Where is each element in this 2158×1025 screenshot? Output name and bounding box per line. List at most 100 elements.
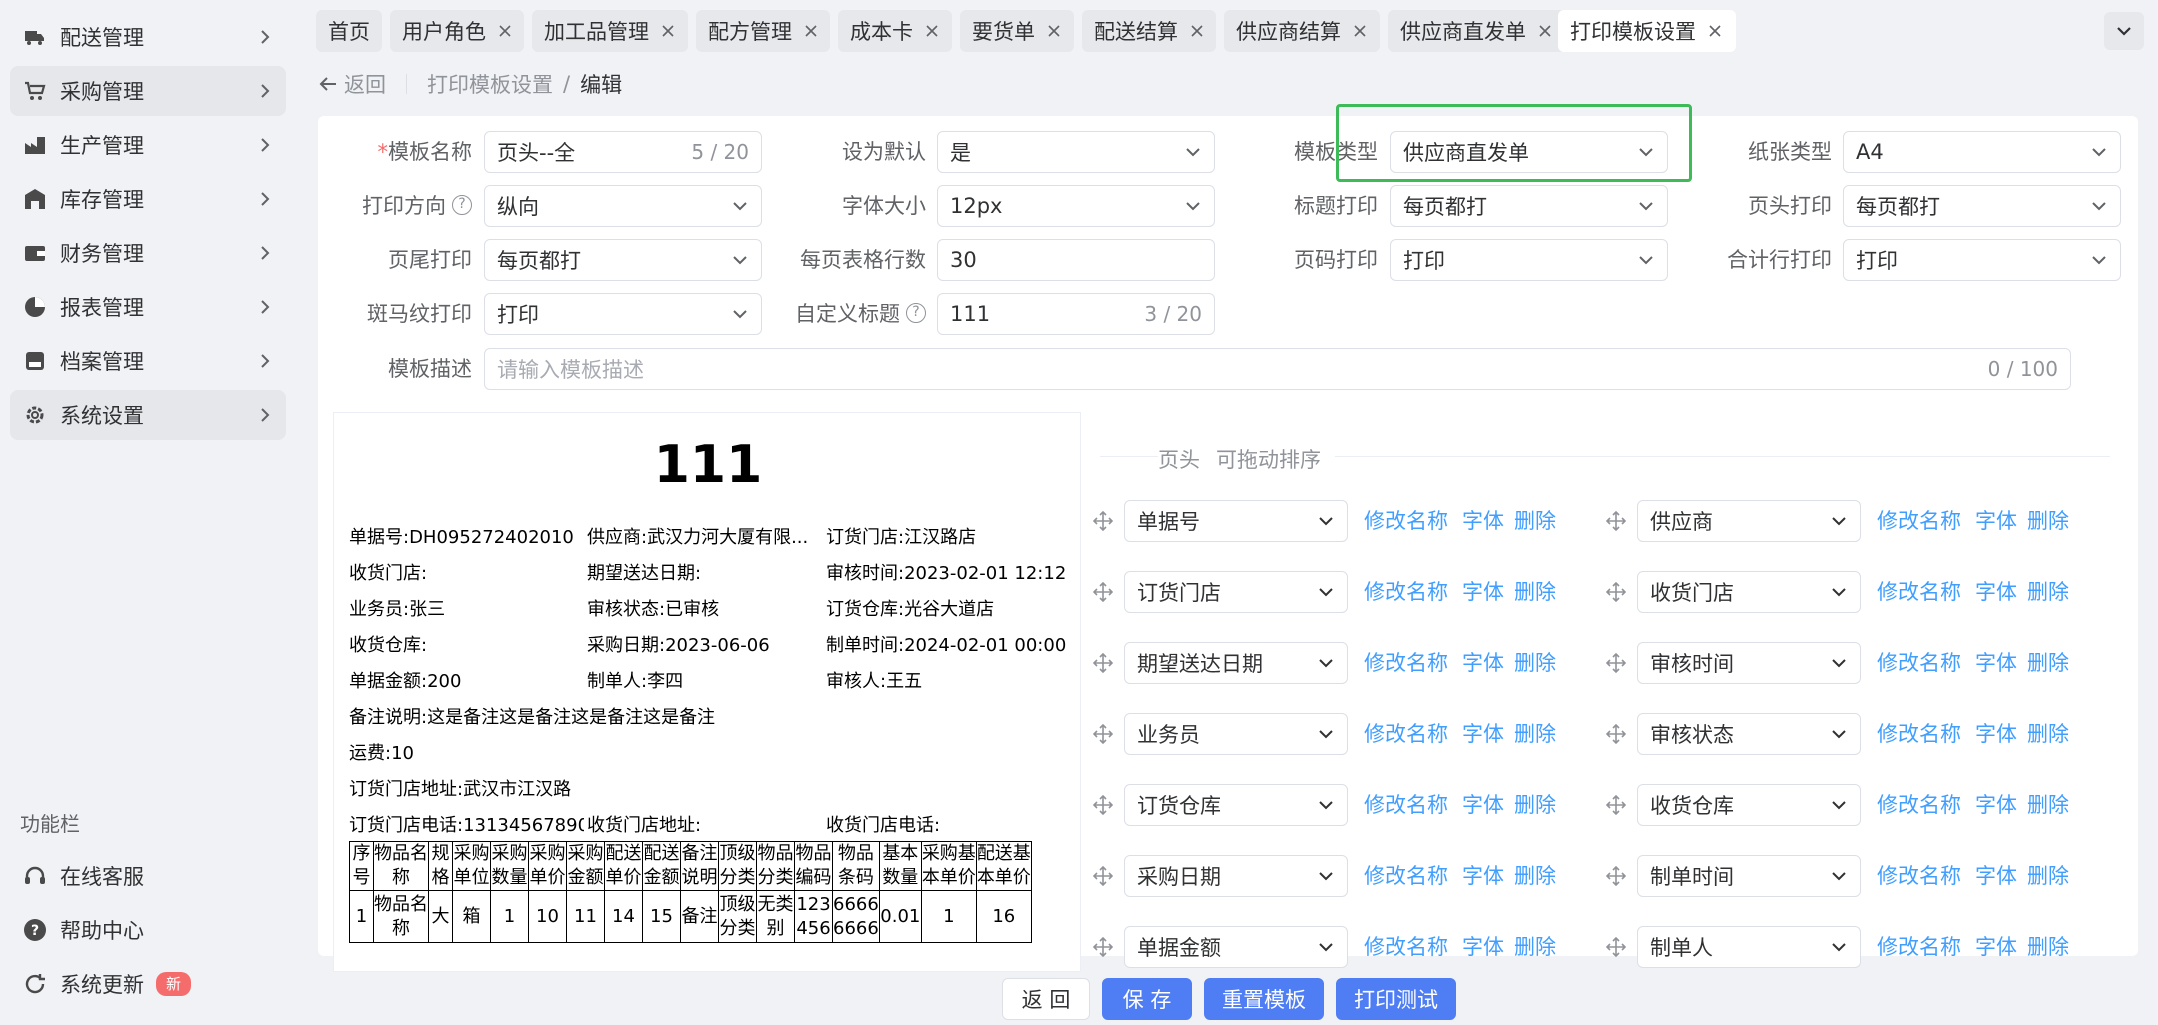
drag-handle-icon[interactable] xyxy=(1605,794,1627,816)
set-default-select[interactable]: 是 xyxy=(937,131,1215,173)
field-select[interactable]: 订货仓库 xyxy=(1124,784,1348,826)
field-select[interactable]: 制单时间 xyxy=(1637,855,1861,897)
menu-item-production[interactable]: 生产管理 xyxy=(10,120,286,170)
rename-link[interactable]: 修改名称 xyxy=(1877,855,1961,897)
delete-link[interactable]: 删除 xyxy=(2027,784,2069,826)
field-select[interactable]: 采购日期 xyxy=(1124,855,1348,897)
custom-title-input[interactable]: 111 3 / 20 xyxy=(937,293,1215,335)
func-item-help-center[interactable]: ? 帮助中心 xyxy=(10,907,286,953)
menu-item-inventory[interactable]: 库存管理 xyxy=(10,174,286,224)
close-icon[interactable] xyxy=(804,24,818,38)
save-button[interactable]: 保 存 xyxy=(1102,978,1192,1020)
font-link[interactable]: 字体 xyxy=(1975,713,2017,755)
font-link[interactable]: 字体 xyxy=(1975,571,2017,613)
rows-per-page-input[interactable]: 30 xyxy=(937,239,1215,281)
font-link[interactable]: 字体 xyxy=(1462,571,1504,613)
font-link[interactable]: 字体 xyxy=(1462,855,1504,897)
font-link[interactable]: 字体 xyxy=(1462,713,1504,755)
drag-handle-icon[interactable] xyxy=(1605,652,1627,674)
paper-type-select[interactable]: A4 xyxy=(1843,131,2121,173)
drag-handle-icon[interactable] xyxy=(1092,581,1114,603)
print-test-button[interactable]: 打印测试 xyxy=(1336,978,1456,1020)
template-type-select[interactable]: 供应商直发单 xyxy=(1390,131,1668,173)
font-link[interactable]: 字体 xyxy=(1462,500,1504,542)
drag-handle-icon[interactable] xyxy=(1605,510,1627,532)
help-icon[interactable]: ? xyxy=(906,303,926,323)
rename-link[interactable]: 修改名称 xyxy=(1877,926,1961,968)
print-direction-select[interactable]: 纵向 xyxy=(484,185,762,227)
rename-link[interactable]: 修改名称 xyxy=(1364,855,1448,897)
font-link[interactable]: 字体 xyxy=(1462,784,1504,826)
tab-home[interactable]: 首页 xyxy=(316,10,382,52)
delete-link[interactable]: 删除 xyxy=(1514,500,1556,542)
field-select[interactable]: 订货门店 xyxy=(1124,571,1348,613)
func-item-online-service[interactable]: 在线客服 xyxy=(10,853,286,899)
field-select[interactable]: 期望送达日期 xyxy=(1124,642,1348,684)
field-select[interactable]: 审核状态 xyxy=(1637,713,1861,755)
template-name-input[interactable]: 页头--全 5 / 20 xyxy=(484,131,762,173)
title-print-select[interactable]: 每页都打 xyxy=(1390,185,1668,227)
delete-link[interactable]: 删除 xyxy=(2027,855,2069,897)
close-icon[interactable] xyxy=(1047,24,1061,38)
delete-link[interactable]: 删除 xyxy=(2027,571,2069,613)
tab-cost-card[interactable]: 成本卡 xyxy=(838,10,952,52)
field-select[interactable]: 业务员 xyxy=(1124,713,1348,755)
tab-processed-goods[interactable]: 加工品管理 xyxy=(532,10,688,52)
tab-recipes[interactable]: 配方管理 xyxy=(696,10,830,52)
tab-requisition[interactable]: 要货单 xyxy=(960,10,1074,52)
font-link[interactable]: 字体 xyxy=(1462,642,1504,684)
rename-link[interactable]: 修改名称 xyxy=(1877,642,1961,684)
delete-link[interactable]: 删除 xyxy=(1514,571,1556,613)
delete-link[interactable]: 删除 xyxy=(1514,926,1556,968)
menu-item-delivery[interactable]: 配送管理 xyxy=(10,12,286,62)
menu-item-finance[interactable]: 财务管理 xyxy=(10,228,286,278)
close-icon[interactable] xyxy=(1353,24,1367,38)
tab-user-roles[interactable]: 用户角色 xyxy=(390,10,524,52)
delete-link[interactable]: 删除 xyxy=(2027,642,2069,684)
menu-item-settings[interactable]: 系统设置 xyxy=(10,390,286,440)
back-button[interactable]: 返 回 xyxy=(1002,978,1090,1020)
header-print-select[interactable]: 每页都打 xyxy=(1843,185,2121,227)
rename-link[interactable]: 修改名称 xyxy=(1877,571,1961,613)
field-select[interactable]: 单据金额 xyxy=(1124,926,1348,968)
tab-dropdown-button[interactable] xyxy=(2104,12,2144,50)
delete-link[interactable]: 删除 xyxy=(1514,855,1556,897)
menu-item-reports[interactable]: 报表管理 xyxy=(10,282,286,332)
back-link[interactable]: 返回 xyxy=(318,69,386,99)
breadcrumb-parent[interactable]: 打印模板设置 xyxy=(427,69,553,99)
font-link[interactable]: 字体 xyxy=(1462,926,1504,968)
drag-handle-icon[interactable] xyxy=(1092,510,1114,532)
drag-handle-icon[interactable] xyxy=(1092,865,1114,887)
menu-item-purchase[interactable]: 采购管理 xyxy=(10,66,286,116)
zebra-print-select[interactable]: 打印 xyxy=(484,293,762,335)
rename-link[interactable]: 修改名称 xyxy=(1364,784,1448,826)
drag-handle-icon[interactable] xyxy=(1092,723,1114,745)
reset-template-button[interactable]: 重置模板 xyxy=(1204,978,1324,1020)
close-icon[interactable] xyxy=(498,24,512,38)
rename-link[interactable]: 修改名称 xyxy=(1364,500,1448,542)
field-select[interactable]: 审核时间 xyxy=(1637,642,1861,684)
drag-handle-icon[interactable] xyxy=(1092,652,1114,674)
drag-handle-icon[interactable] xyxy=(1092,794,1114,816)
font-link[interactable]: 字体 xyxy=(1975,926,2017,968)
help-icon[interactable]: ? xyxy=(452,195,472,215)
rename-link[interactable]: 修改名称 xyxy=(1364,642,1448,684)
rename-link[interactable]: 修改名称 xyxy=(1364,571,1448,613)
close-icon[interactable] xyxy=(1538,24,1552,38)
font-link[interactable]: 字体 xyxy=(1975,642,2017,684)
font-size-select[interactable]: 12px xyxy=(937,185,1215,227)
rename-link[interactable]: 修改名称 xyxy=(1877,784,1961,826)
rename-link[interactable]: 修改名称 xyxy=(1877,500,1961,542)
tab-delivery-settlement[interactable]: 配送结算 xyxy=(1082,10,1216,52)
drag-handle-icon[interactable] xyxy=(1092,936,1114,958)
field-select[interactable]: 收货仓库 xyxy=(1637,784,1861,826)
delete-link[interactable]: 删除 xyxy=(1514,642,1556,684)
font-link[interactable]: 字体 xyxy=(1975,500,2017,542)
drag-handle-icon[interactable] xyxy=(1605,865,1627,887)
tab-supplier-direct[interactable]: 供应商直发单 xyxy=(1388,10,1566,52)
footer-print-select[interactable]: 每页都打 xyxy=(484,239,762,281)
delete-link[interactable]: 删除 xyxy=(1514,784,1556,826)
field-select[interactable]: 收货门店 xyxy=(1637,571,1861,613)
drag-handle-icon[interactable] xyxy=(1605,936,1627,958)
close-icon[interactable] xyxy=(1190,24,1204,38)
